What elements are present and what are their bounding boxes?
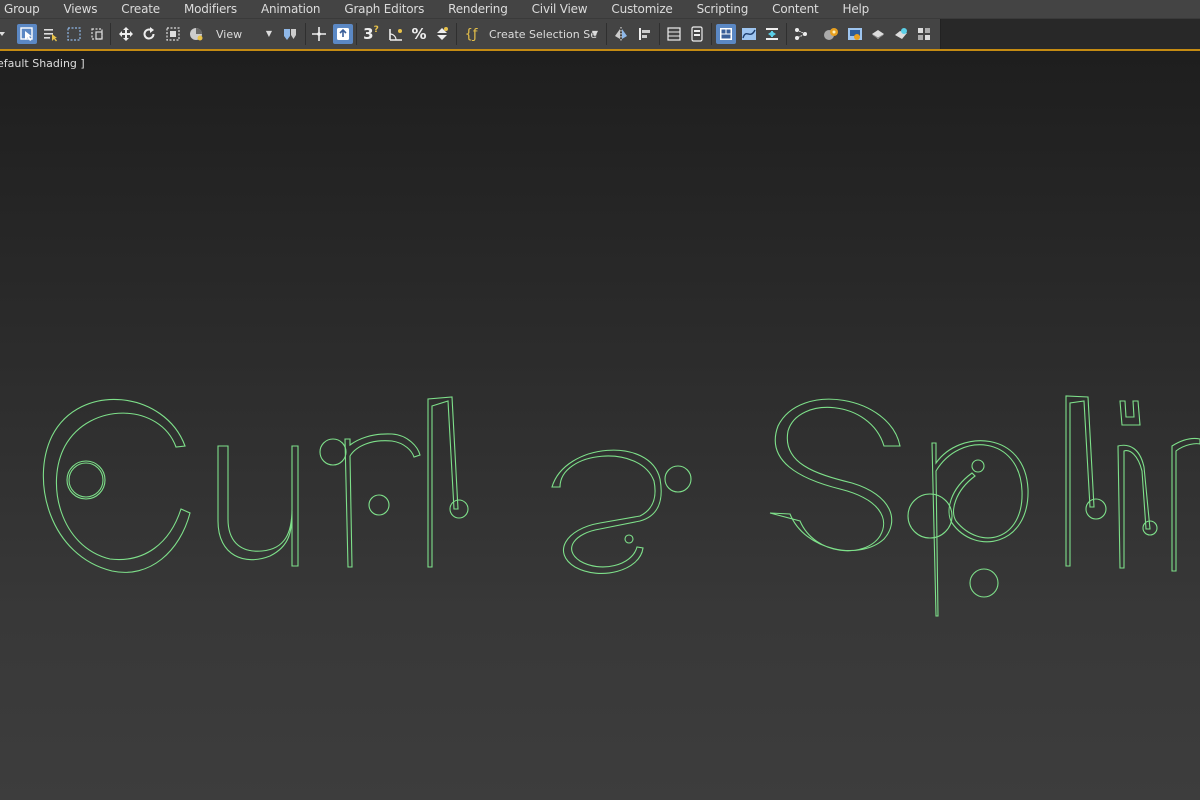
spline-curl-circle — [66, 460, 106, 500]
menu-civil-view[interactable]: Civil View — [520, 0, 600, 18]
align-icon[interactable] — [635, 24, 655, 44]
named-selection-dropdown[interactable]: Create Selection Se ▼ — [485, 25, 600, 43]
toolbar-separator — [356, 23, 357, 45]
spline-curl-circle — [68, 462, 104, 498]
select-by-name-icon[interactable] — [40, 24, 60, 44]
spline-letter-a — [551, 449, 662, 574]
spline-letter-l2 — [1065, 395, 1095, 567]
menu-views[interactable]: Views — [52, 0, 110, 18]
use-pivot-icon[interactable] — [280, 24, 300, 44]
select-move-icon[interactable] — [116, 24, 136, 44]
chevron-down-icon: ▼ — [591, 29, 598, 38]
spline-dot-i — [1119, 400, 1141, 426]
menu-help[interactable]: Help — [831, 0, 882, 18]
toolbar-separator — [110, 23, 111, 45]
material-editor-icon[interactable] — [821, 24, 841, 44]
spline-letter-n — [1171, 437, 1200, 572]
rectangular-selection-icon[interactable] — [64, 24, 84, 44]
keyboard-shortcut-override-icon[interactable] — [333, 24, 353, 44]
menu-group[interactable]: Group — [0, 0, 52, 18]
spline-letter-u — [217, 445, 299, 567]
render-production-icon[interactable] — [891, 24, 911, 44]
spline-letter-l — [427, 396, 459, 568]
spline-letter-i — [1117, 444, 1151, 569]
menu-bar: Group Views Create Modifiers Animation Graph … — [0, 0, 1200, 19]
spline-curl-circle — [969, 568, 999, 598]
toolbar-separator — [456, 23, 457, 45]
chevron-down-icon: ▼ — [265, 29, 272, 38]
reference-coordinate-value: View — [216, 27, 243, 41]
select-scale-icon[interactable] — [163, 24, 183, 44]
edit-named-selection-icon[interactable]: {ƒ — [461, 24, 481, 44]
spline-letter-r — [344, 433, 421, 568]
render-iterative-icon[interactable] — [914, 24, 934, 44]
toolbar-separator — [606, 23, 607, 45]
toolbar-overflow-icon[interactable] — [0, 24, 12, 44]
named-selection-value: Create Selection Se — [489, 27, 597, 41]
toolbar-empty-area — [941, 19, 1200, 49]
menu-rendering[interactable]: Rendering — [436, 0, 519, 18]
dope-sheet-icon[interactable] — [762, 24, 782, 44]
spline-letter-c — [42, 398, 191, 573]
toolbar-separator — [786, 23, 787, 45]
mirror-icon[interactable] — [611, 24, 631, 44]
spline-curl-circle — [449, 499, 469, 519]
menu-graph-editors[interactable]: Graph Editors — [332, 0, 436, 18]
spline-text-shape[interactable] — [0, 51, 1200, 800]
curve-editor-icon[interactable] — [739, 24, 759, 44]
main-toolbar: View ▼ 3? % {ƒ Create Selection Se ▼ — [0, 19, 941, 49]
spline-curl-circle — [624, 534, 634, 544]
snaps-toggle-icon[interactable]: 3? — [361, 24, 381, 44]
select-rotate-icon[interactable] — [139, 24, 159, 44]
spline-curl-circle — [319, 438, 347, 466]
menu-modifiers[interactable]: Modifiers — [172, 0, 249, 18]
layer-explorer-icon[interactable] — [664, 24, 684, 44]
reference-coordinate-dropdown[interactable]: View ▼ — [212, 25, 274, 43]
toolbar-separator — [305, 23, 306, 45]
snaps-toggle-label: 3 — [363, 25, 374, 43]
window-crossing-icon[interactable] — [87, 24, 107, 44]
spline-letter-p — [931, 440, 1029, 617]
toolbar-separator — [711, 23, 712, 45]
graphite-ribbon-icon[interactable] — [716, 24, 736, 44]
percent-snap-icon[interactable]: % — [409, 24, 429, 44]
select-object-icon[interactable] — [17, 24, 37, 44]
scene-explorer-icon[interactable] — [687, 24, 707, 44]
perspective-viewport[interactable]: efault Shading ] — [0, 51, 1200, 800]
spline-curl-circle — [368, 494, 390, 516]
spline-curl-circle — [907, 493, 953, 539]
render-setup-icon[interactable] — [845, 24, 865, 44]
angle-snap-icon[interactable] — [386, 24, 406, 44]
menu-content[interactable]: Content — [760, 0, 830, 18]
spline-curl-circle — [971, 459, 985, 473]
spline-letter-s — [769, 398, 901, 552]
spline-curl-circle — [1085, 498, 1107, 520]
rendered-frame-icon[interactable] — [868, 24, 888, 44]
spline-curl-circle — [664, 465, 692, 493]
toolbar-separator — [659, 23, 660, 45]
select-manipulate-icon[interactable] — [309, 24, 329, 44]
menu-scripting[interactable]: Scripting — [685, 0, 761, 18]
menu-customize[interactable]: Customize — [599, 0, 684, 18]
menu-animation[interactable]: Animation — [249, 0, 332, 18]
spinner-snap-icon[interactable] — [432, 24, 452, 44]
schematic-view-icon[interactable] — [791, 24, 811, 44]
menu-create[interactable]: Create — [109, 0, 172, 18]
select-place-icon[interactable] — [186, 24, 206, 44]
